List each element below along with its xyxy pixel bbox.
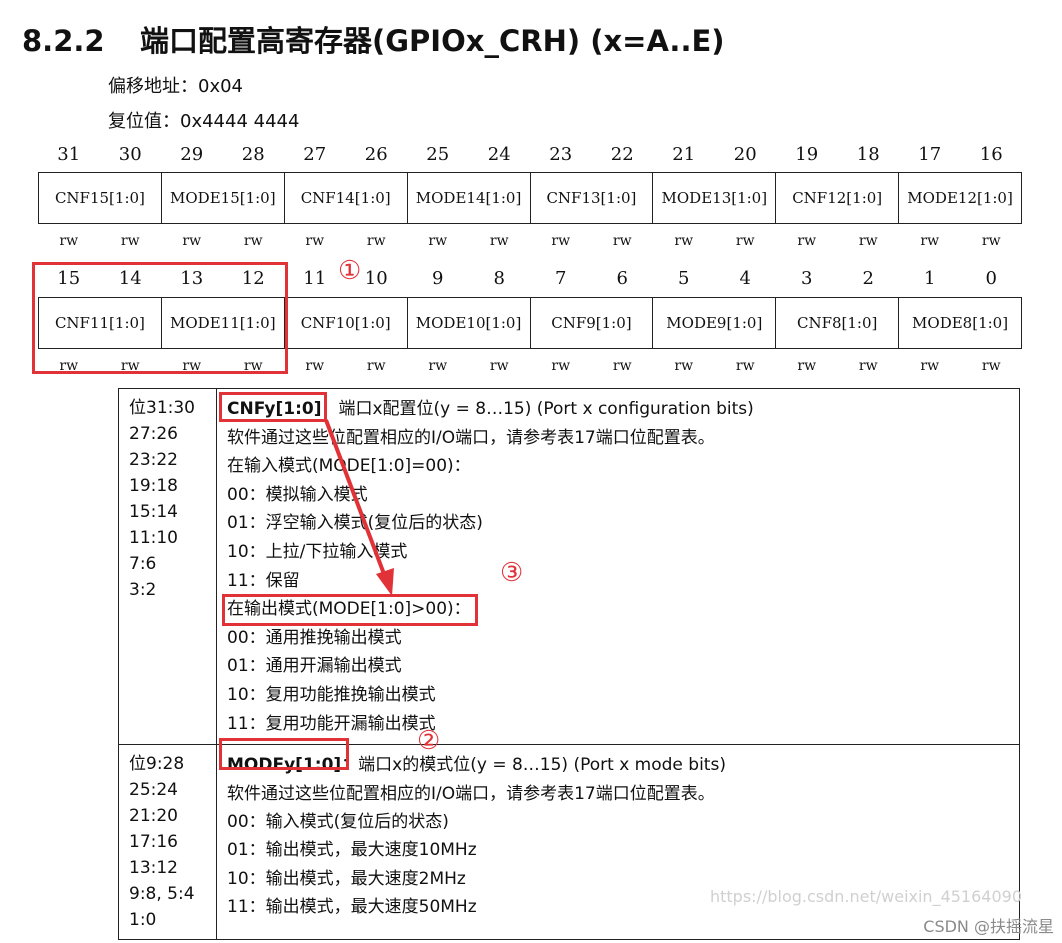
watermark-url: https://blog.csdn.net/weixin_45164090 (709, 887, 1022, 906)
annotation-arrow-layer (324, 419, 394, 596)
annotation-arrow (324, 419, 386, 575)
arrow-head-icon (376, 568, 394, 596)
csdn-credit: CSDN @扶摇流星 (923, 917, 1054, 936)
